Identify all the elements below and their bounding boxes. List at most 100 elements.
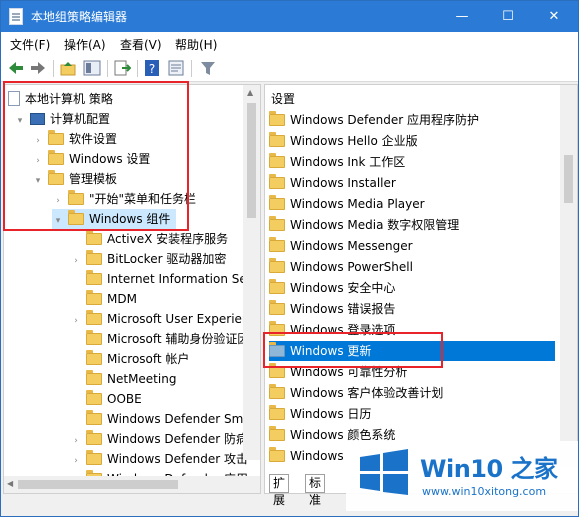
- settings-list-item[interactable]: Windows 客户体验改善计划: [269, 383, 443, 403]
- highlight-box-windows-update: [263, 332, 443, 368]
- up-folder-icon[interactable]: [59, 59, 77, 77]
- minimize-button[interactable]: —: [439, 1, 485, 32]
- tree-item[interactable]: ActiveX 安装程序服务: [70, 229, 228, 249]
- scroll-up-icon[interactable]: ▲: [247, 88, 253, 97]
- tree-item-label: BitLocker 驱动器加密: [107, 252, 227, 266]
- back-arrow-icon[interactable]: [7, 59, 25, 77]
- folder-icon: [86, 310, 102, 325]
- scroll-left-icon[interactable]: ◀: [7, 479, 13, 488]
- tree-item[interactable]: Internet Information Ser: [70, 269, 252, 289]
- tree-item[interactable]: › Microsoft User Experien: [70, 309, 250, 329]
- toolbar: ?: [1, 55, 578, 82]
- settings-pane[interactable]: 设置 Windows Defender 应用程序防护 Windows Hello …: [264, 84, 578, 494]
- menu-file[interactable]: 文件(F): [10, 36, 50, 53]
- folder-icon: [86, 450, 102, 465]
- folder-icon: [269, 132, 285, 147]
- settings-list-item[interactable]: Windows 错误报告: [269, 299, 395, 319]
- folder-icon: [86, 390, 102, 405]
- help-icon[interactable]: ?: [143, 59, 161, 77]
- settings-list-item[interactable]: Windows PowerShell: [269, 257, 413, 277]
- collapsed-chevron-icon[interactable]: ›: [70, 451, 82, 471]
- folder-icon: [269, 426, 285, 441]
- export-list-icon[interactable]: [113, 59, 131, 77]
- folder-icon: [269, 195, 285, 210]
- settings-item-label: Windows PowerShell: [290, 260, 413, 274]
- folder-icon: [269, 279, 285, 294]
- tree-item[interactable]: NetMeeting: [70, 369, 176, 389]
- settings-item-label: Windows: [290, 449, 344, 463]
- folder-icon: [269, 153, 285, 168]
- settings-item-label: Windows 颜色系统: [290, 428, 396, 442]
- tree-scroll-thumb[interactable]: [247, 103, 256, 218]
- settings-scroll-thumb[interactable]: [564, 155, 573, 203]
- window-title: 本地组策略编辑器: [31, 10, 128, 24]
- menu-view[interactable]: 查看(V): [120, 36, 162, 53]
- filter-icon[interactable]: [199, 59, 217, 77]
- settings-item-label: Windows 安全中心: [290, 281, 396, 295]
- show-hide-tree-icon[interactable]: [83, 59, 101, 77]
- group-policy-app-icon: [9, 8, 23, 25]
- settings-list-item[interactable]: Windows: [269, 446, 344, 466]
- collapsed-chevron-icon[interactable]: ›: [70, 311, 82, 331]
- tree-horizontal-scrollbar[interactable]: ◀: [4, 476, 260, 493]
- tree-item[interactable]: OOBE: [70, 389, 142, 409]
- maximize-button[interactable]: ☐: [485, 1, 531, 32]
- settings-vertical-scrollbar[interactable]: [560, 85, 577, 467]
- title-bar: 本地组策略编辑器 — ☐ ✕: [1, 1, 578, 32]
- folder-icon: [269, 216, 285, 231]
- settings-item-label: Windows 错误报告: [290, 302, 396, 316]
- tree-item[interactable]: Windows Defender Sma: [70, 409, 251, 429]
- watermark-url: www.win10xitong.com: [422, 485, 547, 498]
- folder-icon: [269, 405, 285, 420]
- close-button[interactable]: ✕: [531, 1, 577, 32]
- tab-standard[interactable]: 标准: [305, 474, 326, 507]
- folder-icon: [86, 250, 102, 265]
- settings-list-item[interactable]: Windows Media 数字权限管理: [269, 215, 459, 235]
- tree-item[interactable]: Microsoft 帐户: [70, 349, 189, 369]
- settings-list-item[interactable]: Windows Installer: [269, 173, 396, 193]
- folder-icon: [86, 290, 102, 305]
- settings-item-label: Windows Ink 工作区: [290, 155, 406, 169]
- settings-list-item[interactable]: Windows Messenger: [269, 236, 413, 256]
- settings-item-label: Windows Media 数字权限管理: [290, 218, 460, 232]
- folder-icon: [86, 350, 102, 365]
- settings-list-item[interactable]: Windows Defender 应用程序防护: [269, 110, 479, 130]
- collapsed-chevron-icon[interactable]: ›: [70, 251, 82, 271]
- tree-item[interactable]: › BitLocker 驱动器加密: [70, 249, 226, 269]
- folder-icon: [86, 330, 102, 345]
- settings-column-header[interactable]: 设置: [271, 89, 295, 109]
- settings-item-label: Windows Media Player: [290, 197, 425, 211]
- tree-hscroll-thumb[interactable]: [18, 480, 178, 489]
- tab-extended[interactable]: 扩展: [269, 474, 290, 507]
- settings-list-item[interactable]: Windows Hello 企业版: [269, 131, 418, 151]
- tree-item[interactable]: MDM: [70, 289, 137, 309]
- settings-list-item[interactable]: Windows Media Player: [269, 194, 425, 214]
- forward-arrow-icon[interactable]: [29, 59, 47, 77]
- menu-help[interactable]: 帮助(H): [175, 36, 217, 53]
- tree-item[interactable]: Microsoft 辅助身份验证因: [70, 329, 249, 349]
- folder-icon: [86, 270, 102, 285]
- main-window: 本地组策略编辑器 — ☐ ✕ 文件(F) 操作(A) 查看(V) 帮助(H) ?…: [0, 0, 579, 517]
- collapsed-chevron-icon[interactable]: ›: [70, 431, 82, 451]
- settings-item-label: Windows Messenger: [290, 239, 413, 253]
- tree-vertical-scrollbar[interactable]: ▲: [243, 85, 260, 460]
- tree-item-label: Windows Defender 攻击: [107, 452, 248, 466]
- folder-icon: [86, 230, 102, 245]
- menu-action[interactable]: 操作(A): [64, 36, 106, 53]
- tree-item[interactable]: › Windows Defender 攻击: [70, 449, 248, 469]
- watermark: Win10 之家 www.win10xitong.com: [346, 441, 578, 511]
- settings-item-label: Windows 日历: [290, 407, 372, 421]
- svg-text:?: ?: [149, 62, 155, 76]
- settings-item-label: Windows Installer: [290, 176, 396, 190]
- tree-item[interactable]: › Windows Defender 防病: [70, 429, 248, 449]
- folder-icon: [269, 174, 285, 189]
- tree-item-label: Microsoft 帐户: [107, 352, 190, 366]
- properties-icon[interactable]: [167, 59, 185, 77]
- settings-list-item[interactable]: Windows Ink 工作区: [269, 152, 405, 172]
- folder-icon: [86, 410, 102, 425]
- settings-list-item[interactable]: Windows 安全中心: [269, 278, 395, 298]
- highlight-box-tree: [3, 81, 189, 231]
- settings-list-item[interactable]: Windows 日历: [269, 404, 371, 424]
- tree-item-label: Internet Information Ser: [107, 272, 252, 286]
- settings-item-label: Windows Defender 应用程序防护: [290, 113, 479, 127]
